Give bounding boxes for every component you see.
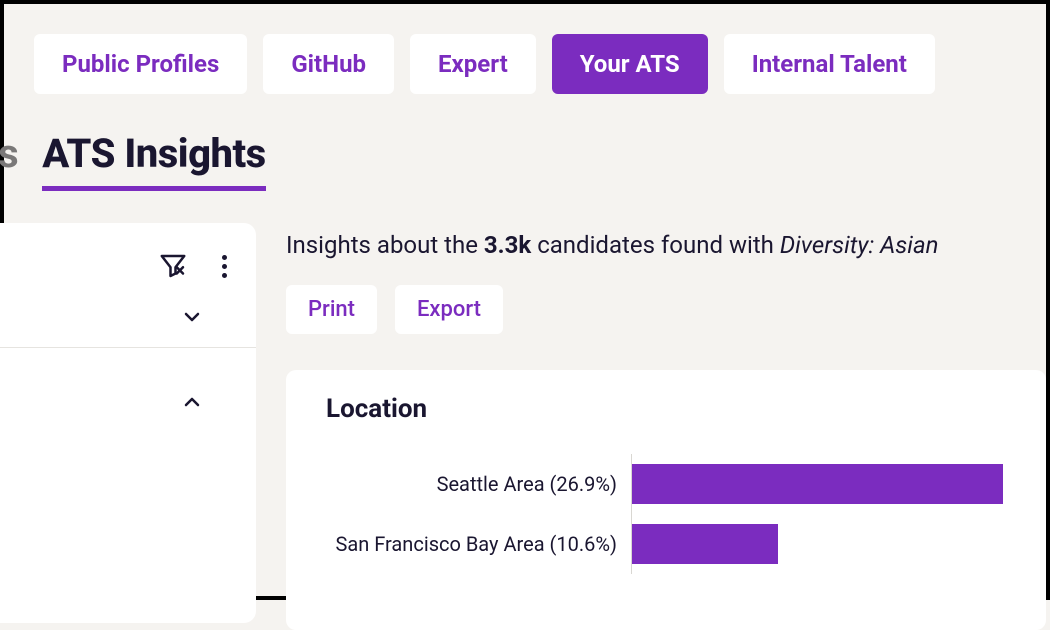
content: Insights about the 3.3k candidates found… [286,223,1046,623]
chart-bar-label: San Francisco Bay Area (10.6%) [326,532,631,556]
view-tabs: tes ATS Insights [0,94,1046,183]
section-collapse-1[interactable] [16,305,236,329]
more-menu-icon[interactable] [212,251,236,281]
export-button[interactable]: Export [395,285,503,334]
clear-filter-icon[interactable] [158,251,188,281]
insights-summary: Insights about the 3.3k candidates found… [286,227,1046,263]
filter-panel-actions [16,251,236,281]
insights-prefix: Insights about the [286,231,484,259]
chart-bar [632,524,778,564]
main: Insights about the 3.3k candidates found… [4,223,1046,623]
tab-expert[interactable]: Expert [410,34,536,94]
chart-title: Location [326,394,1046,424]
chart-row: Seattle Area (26.9%) [326,454,1046,514]
chart-bar-track [631,454,1046,514]
insights-count: 3.3k [484,231,531,259]
chevron-down-icon [180,305,204,329]
chart-bar-track [631,514,1046,574]
source-tabs: Public Profiles GitHub Expert Your ATS I… [4,4,1046,94]
chart-bar-label: Seattle Area (26.9%) [326,472,631,496]
tab-internal-talent[interactable]: Internal Talent [724,34,935,94]
chart-row: San Francisco Bay Area (10.6%) [326,514,1046,574]
insights-actions: Print Export [286,285,1046,334]
location-chart-card: Location Seattle Area (26.9%) San Francis… [286,370,1046,630]
chevron-up-icon [180,390,204,414]
filter-panel [0,223,256,623]
insights-mid: candidates found with [531,231,780,259]
print-button[interactable]: Print [286,285,377,334]
view-ats-insights[interactable]: ATS Insights [42,130,265,183]
tab-public-profiles[interactable]: Public Profiles [34,34,247,94]
tab-github[interactable]: GitHub [263,34,394,94]
section-collapse-2[interactable] [16,390,236,414]
location-chart: Seattle Area (26.9%) San Francisco Bay Ar… [326,454,1046,574]
divider [0,347,256,348]
insights-filter: Diversity: Asian [780,231,939,259]
chart-bar [632,464,1003,504]
tab-your-ats[interactable]: Your ATS [552,34,708,94]
prev-view-fragment: tes [0,130,18,177]
